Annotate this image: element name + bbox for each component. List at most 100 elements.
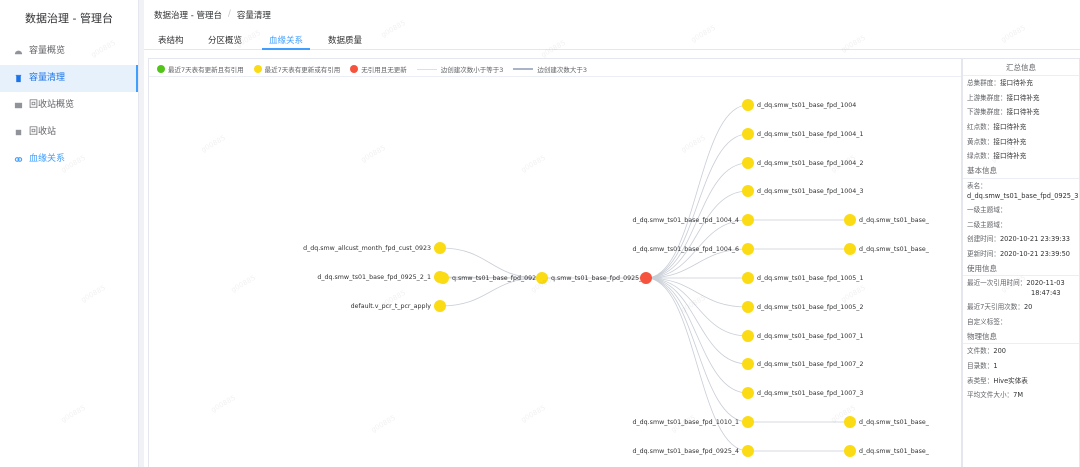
downstream-node[interactable]: d_dq.smw_ts01_base_fpd_1004_6: [633, 243, 754, 255]
graph-edge: [645, 133, 749, 279]
summary-info-panel: 汇总信息 总集群度：接口待补充 上游集群度：接口待补充 下游集群度：接口待补充 红点数…: [962, 58, 1080, 467]
tab-lineage[interactable]: 血缘关系: [269, 34, 303, 46]
node-dot[interactable]: [742, 99, 754, 111]
physical-info-title: 物理信息: [963, 330, 1079, 345]
info-row: 下游集群度：接口待补充: [967, 108, 1040, 117]
node-label: d_dq.smw_ts01_base_fpd_1007_3: [757, 390, 863, 397]
node-dot[interactable]: [742, 272, 754, 284]
tab-bar: 表结构 分区概览 血缘关系 数据质量: [144, 28, 1080, 50]
info-row: 目录数：1: [967, 362, 998, 370]
downstream-child-node[interactable]: d_dq.smw_ts01_base_: [844, 243, 930, 255]
graph-nodes: d_dq.smw_allcust_month_fpd_cust_0923 d_dq…: [303, 99, 930, 457]
downstream-node[interactable]: d_dq.smw_ts01_base_fpd_1007_3: [742, 387, 863, 399]
graph-edge: [439, 247, 541, 279]
sidebar-item-lineage[interactable]: 血缘关系: [0, 146, 138, 173]
node-dot[interactable]: [742, 301, 754, 313]
box-icon: [14, 128, 23, 137]
node-dot[interactable]: [742, 416, 754, 428]
downstream-node[interactable]: d_dq.smw_ts01_base_fpd_1010_1: [633, 416, 754, 428]
info-row: 绿点数：接口待补充: [967, 152, 1027, 161]
info-value: 20: [1023, 303, 1033, 312]
sidebar-item-capacity-overview[interactable]: 容量概览: [0, 38, 138, 65]
tab-partition-overview[interactable]: 分区概览: [208, 34, 242, 46]
node-label: d_dq.smw_ts01_base_: [859, 246, 930, 253]
downstream-node[interactable]: d_dq.smw_ts01_base_fpd_1004_3: [742, 185, 863, 197]
info-value: 接口待补充: [999, 79, 1033, 87]
node-label: d_dq.smw_ts01_base_fpd_1004_2: [757, 160, 863, 167]
tab-schema[interactable]: 表结构: [158, 34, 184, 46]
node-dot[interactable]: [742, 185, 754, 197]
info-header: 汇总信息: [963, 59, 1079, 76]
node-label: d_dq.smw_ts01_base_fpd_1007_2: [757, 361, 863, 368]
dashboard-icon: [14, 47, 23, 56]
info-value: 1: [993, 362, 998, 370]
node-dot[interactable]: [742, 358, 754, 370]
folder-icon: [14, 101, 23, 110]
root-node[interactable]: [640, 272, 652, 284]
node-label: d_dq.smw_ts01_base_: [859, 217, 930, 224]
node-dot[interactable]: [437, 272, 449, 284]
basic-info-title: 基本信息: [963, 164, 1079, 179]
lineage-graph-panel[interactable]: 最近7天表有更新且有引用 最近7天表有更新或有引用 无引用且无更新 边创建次数小…: [148, 58, 962, 467]
node-dot[interactable]: [742, 214, 754, 226]
lineage-graph-canvas[interactable]: d_dq.smw_allcust_month_fpd_cust_0923 d_dq…: [149, 59, 962, 467]
info-row: 二级主题域：: [967, 220, 1007, 229]
sidebar-item-recycle-bin[interactable]: 回收站: [0, 119, 138, 146]
node-dot[interactable]: [640, 272, 652, 284]
node-dot[interactable]: [844, 243, 856, 255]
node-label: d_dq.smw_ts01_base_: [859, 419, 930, 426]
info-value: 接口待补充: [993, 152, 1027, 161]
node-dot[interactable]: [742, 128, 754, 140]
info-row: 文件数：200: [967, 347, 1006, 356]
middle-node-1[interactable]: q.smw_ts01_base_fpd_0925_2: [437, 272, 547, 284]
breadcrumb-item-root[interactable]: 数据治理 - 管理台: [154, 9, 222, 21]
info-value: Hive实体表: [993, 376, 1028, 385]
node-label: d_dq.smw_allcust_month_fpd_cust_0923: [303, 245, 431, 252]
upstream-node[interactable]: d_dq.smw_allcust_month_fpd_cust_0923: [303, 242, 446, 254]
downstream-child-node[interactable]: d_dq.smw_ts01_base_: [844, 445, 930, 457]
info-row: 创建时间：2020-10-21 23:39:33: [967, 235, 1070, 244]
info-value: 接口待补充: [1006, 108, 1040, 117]
middle-node-2[interactable]: q.smw_ts01_base_fpd_0925_3: [536, 272, 646, 284]
sidebar-nav: 容量概览容量清理回收站概览 回收站血缘关系: [0, 38, 138, 173]
info-summary-list: 总集群度：接口待补充 上游集群度：接口待补充 下游集群度：接口待补充 红点数：接口待补…: [963, 76, 1079, 164]
breadcrumb-separator: /: [227, 9, 231, 19]
downstream-node[interactable]: d_dq.smw_ts01_base_fpd_1005_2: [742, 301, 863, 313]
info-row: 表类型：Hive实体表: [967, 376, 1028, 385]
node-dot[interactable]: [536, 272, 548, 284]
info-value: 7M: [1013, 391, 1024, 400]
node-dot[interactable]: [742, 157, 754, 169]
upstream-node[interactable]: d_dq.smw_ts01_base_fpd_0925_2_1: [317, 271, 446, 283]
info-row: 自定义标签：: [967, 317, 1007, 326]
node-dot[interactable]: [844, 445, 856, 457]
downstream-node[interactable]: d_dq.smw_ts01_base_fpd_1004: [742, 99, 856, 111]
node-dot[interactable]: [742, 387, 754, 399]
sidebar-item-label: 血缘关系: [29, 154, 66, 164]
upstream-node[interactable]: default.v_pcr_t_pcr_apply: [351, 300, 446, 312]
node-dot[interactable]: [742, 445, 754, 457]
sidebar-item-recycle-overview[interactable]: 回收站概览: [0, 92, 138, 119]
downstream-node[interactable]: d_dq.smw_ts01_base_fpd_1004_2: [742, 157, 863, 169]
node-dot[interactable]: [844, 416, 856, 428]
node-dot[interactable]: [742, 243, 754, 255]
info-value: 2020-10-21 23:39:33: [999, 235, 1070, 244]
info-row: 黄点数：接口待补充: [967, 137, 1027, 146]
downstream-node[interactable]: d_dq.smw_ts01_base_fpd_1005_1: [742, 272, 863, 284]
node-dot[interactable]: [434, 300, 446, 312]
sidebar-item-label: 容量清理: [29, 73, 66, 83]
sidebar-item-capacity-cleanup[interactable]: 容量清理: [0, 65, 138, 92]
node-dot[interactable]: [844, 214, 856, 226]
node-dot[interactable]: [434, 242, 446, 254]
downstream-child-node[interactable]: d_dq.smw_ts01_base_: [844, 416, 930, 428]
info-row-table-name: 表名：d_dq.smw_ts01_base_fpd_0925_3: [967, 181, 1079, 200]
downstream-node[interactable]: d_dq.smw_ts01_base_fpd_1007_2: [742, 358, 863, 370]
node-dot[interactable]: [742, 330, 754, 342]
downstream-node[interactable]: d_dq.smw_ts01_base_fpd_1004_1: [742, 128, 863, 140]
downstream-child-node[interactable]: d_dq.smw_ts01_base_: [844, 214, 930, 226]
node-label: d_dq.smw_ts01_base_: [859, 448, 930, 455]
node-label: d_dq.smw_ts01_base_fpd_1004: [757, 102, 856, 109]
downstream-node[interactable]: d_dq.smw_ts01_base_fpd_1007_1: [742, 330, 863, 342]
info-row: 更新时间：2020-10-21 23:39:50: [967, 249, 1070, 258]
tab-data-quality[interactable]: 数据质量: [328, 34, 362, 46]
node-label: d_dq.smw_ts01_base_fpd_1004_3: [757, 188, 863, 195]
